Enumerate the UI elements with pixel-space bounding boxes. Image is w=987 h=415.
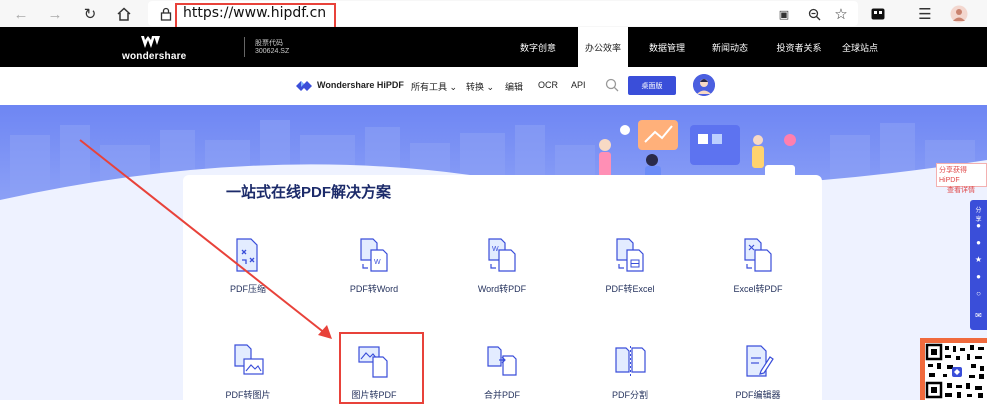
nav-edit[interactable]: 编辑 [505,80,523,93]
wondershare-logo-text[interactable]: wondershare [122,51,186,62]
tool-label: Word转PDF [477,284,527,294]
tool-pdf-to-image[interactable]: PDF转图片 [198,344,298,401]
stock-label: 股票代码 [255,40,283,47]
weibo-icon[interactable]: ● [973,221,984,230]
zoom-icon[interactable] [803,3,825,25]
share-promo[interactable]: 分享获得HiPDF 查看详情 [936,163,987,194]
tool-split-pdf[interactable]: PDF分割 [580,344,680,401]
nav-all-tools[interactable]: 所有工具 ⌄ [411,80,457,93]
tool-label: Excel转PDF [733,284,783,294]
share-promo-line2: 查看详情 [947,187,975,194]
word-to-pdf-icon: W [488,238,516,272]
qzone-icon[interactable]: ★ [973,255,984,264]
chevron-down-icon: ⌄ [486,82,495,92]
translate-icon[interactable]: ▣ [773,3,795,25]
nav-api[interactable]: API [571,80,586,90]
desktop-version-button[interactable]: 桌面版 [628,76,676,95]
tool-label: PDF压缩 [229,284,266,294]
pdf-to-excel-icon [616,238,644,272]
home-icon[interactable] [113,3,135,25]
browser-toolbar: ← → ↻ https://www.hipdf.cn ▣ ☆ ☰ [0,0,987,27]
tool-label: PDF转Excel [605,284,655,294]
topnav-item-news[interactable]: 新闻动态 [705,27,755,67]
tool-label: PDF编辑器 [735,390,781,400]
qr-code-image [925,343,987,400]
forward-arrow-icon[interactable]: → [44,3,66,25]
merge-pdf-icon [487,346,517,376]
tool-label: 合并PDF [483,390,520,400]
user-avatar[interactable] [693,74,715,96]
corporate-topbar: wondershare 股票代码 300624.SZ 数字创意 办公效率 数据管… [0,27,987,67]
tool-pdf-compress[interactable]: PDF压缩 [198,238,298,295]
reload-icon[interactable]: ↻ [79,3,101,25]
tool-label: PDF转Word [349,284,399,294]
split-pdf-icon [615,346,646,376]
favorites-list-icon[interactable]: ☰ [914,3,936,25]
nav-convert[interactable]: 转换 ⌄ [466,80,494,93]
topnav-item-office[interactable]: 办公效率 [578,27,628,67]
topnav-item-digital-creativity[interactable]: 数字创意 [512,27,564,67]
nav-ocr[interactable]: OCR [538,80,558,90]
tool-label: PDF分割 [611,390,648,400]
chevron-down-icon: ⌄ [449,82,458,92]
svg-text:W: W [374,259,381,266]
pdf-to-word-icon: W [360,238,388,272]
pdf-to-image-icon [234,344,264,375]
divider [244,37,245,57]
page-title: 一站式在线PDF解决方案 [226,184,392,201]
qq-icon[interactable]: ● [973,238,984,247]
product-navbar: Wondershare HiPDF 所有工具 ⌄ 转换 ⌄ 编辑 OCR API [0,67,987,105]
share-promo-line1: 分享获得HiPDF [939,167,967,184]
stock-code: 300624.SZ [255,48,290,55]
tool-word-to-pdf[interactable]: W Word转PDF [452,238,552,295]
tool-merge-pdf[interactable]: 合并PDF [452,344,552,401]
lock-icon [155,3,177,25]
tool-pdf-to-word[interactable]: W PDF转Word [324,238,424,295]
topnav-item-global[interactable]: 全球站点 [835,27,885,67]
link-icon[interactable]: ○ [973,289,984,298]
search-icon[interactable] [605,78,619,92]
nav-convert-label: 转换 [466,82,485,92]
excel-to-pdf-icon [744,238,772,272]
favorite-star-icon[interactable]: ☆ [830,3,852,25]
wondershare-logo-icon [141,36,160,48]
pdf-editor-icon [746,345,774,377]
tool-label: PDF转图片 [225,390,271,400]
topnav-item-data[interactable]: 数据管理 [642,27,692,67]
hipdf-logo-icon [296,81,312,91]
wechat-icon[interactable]: ● [973,272,984,281]
topnav-item-investors[interactable]: 投资者关系 [770,27,828,67]
back-arrow-icon[interactable]: ← [10,3,32,25]
tool-excel-to-pdf[interactable]: Excel转PDF [708,238,808,295]
svg-text:W: W [492,246,499,253]
extension-icon[interactable] [867,3,889,25]
profile-avatar-icon[interactable] [948,3,970,25]
image-to-pdf-highlight-annotation [339,332,424,404]
tool-pdf-to-excel[interactable]: PDF转Excel [580,238,680,295]
hipdf-brand[interactable]: Wondershare HiPDF [317,80,404,90]
mail-icon[interactable]: ✉ [973,311,984,320]
tool-pdf-editor[interactable]: PDF编辑器 [708,344,808,401]
compress-file-icon [236,238,258,272]
nav-all-tools-label: 所有工具 [411,82,448,92]
